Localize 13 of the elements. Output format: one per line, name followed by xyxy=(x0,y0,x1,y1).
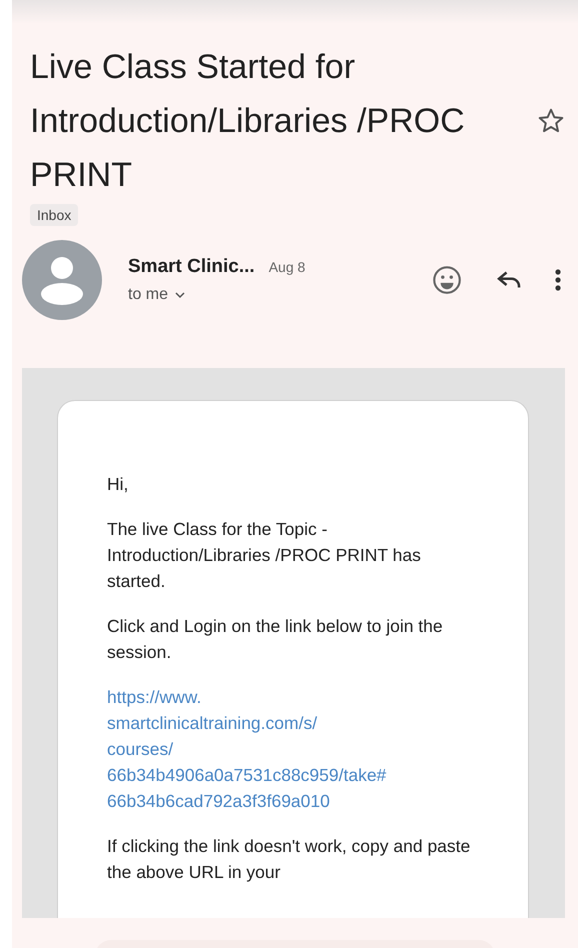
recipient-toggle[interactable]: to me xyxy=(128,286,430,304)
email-subject: Live Class Started for Introduction/Libraries /PROC PRINT xyxy=(30,47,466,196)
session-link[interactable]: https://www. smartclinicaltraining.com/s/ courses/ 66b34b4906a0a7531c88c959/take# 66b34b6cad792a3f3f69a010 xyxy=(107,684,472,814)
message-date: Aug 8 xyxy=(268,259,306,275)
emoji-icon[interactable] xyxy=(430,263,464,297)
avatar-icon[interactable] xyxy=(22,240,102,320)
sender-name: Smart Clinic... xyxy=(128,256,255,278)
inbox-label[interactable]: Inbox xyxy=(30,204,78,226)
body-paragraph: Click and Login on the link below to join the session. xyxy=(107,615,444,664)
greeting-text: Hi, xyxy=(107,473,130,496)
body-paragraph: If clicking the link doesn't work, copy and paste the above URL in your xyxy=(107,835,472,884)
body-paragraph: The live Class for the Topic - Introduction/Libraries /PROC PRINT has started. xyxy=(107,518,422,593)
more-icon[interactable] xyxy=(554,267,562,293)
